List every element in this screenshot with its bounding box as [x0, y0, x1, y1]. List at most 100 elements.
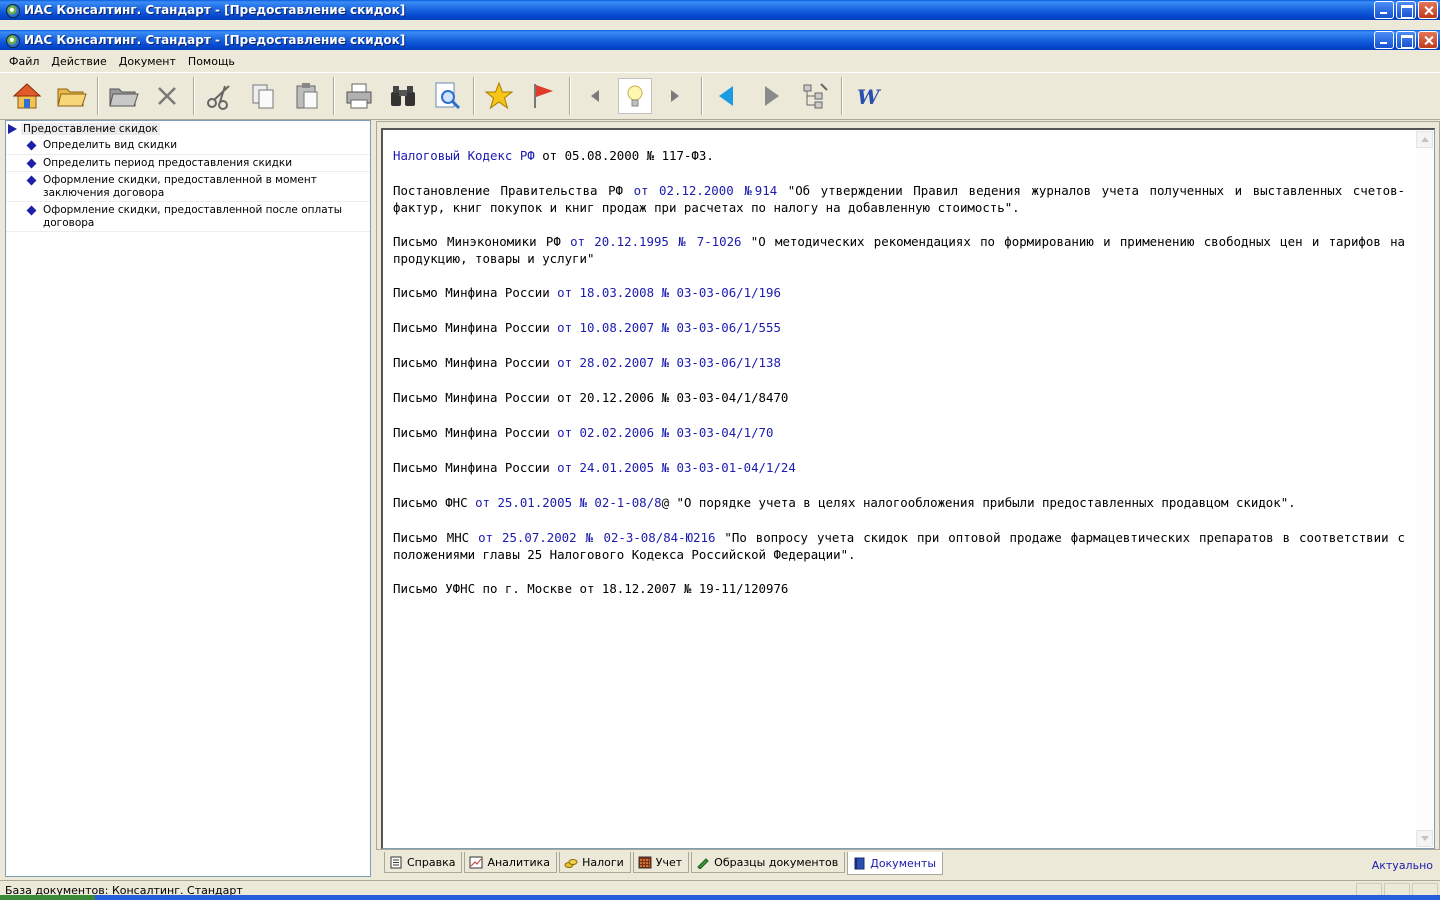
print-icon[interactable]	[338, 76, 380, 116]
flag-icon[interactable]	[522, 76, 564, 116]
word-icon[interactable]: W	[846, 76, 888, 116]
binoculars-icon[interactable]	[382, 76, 424, 116]
doc-text: Письмо Минфина России	[393, 320, 558, 335]
tab-spravka[interactable]: Справка	[384, 852, 463, 873]
doc-paragraph: Письмо Минфина России от 02.02.2006 № 03…	[393, 425, 1405, 442]
doc-paragraph: Письмо УФНС по г. Москве от 18.12.2007 №…	[393, 581, 1405, 598]
menu-help[interactable]: Помощь	[182, 55, 241, 68]
app-icon	[5, 3, 20, 18]
doc-paragraph: Письмо Минфина России от 28.02.2007 № 03…	[393, 355, 1405, 372]
doc-text: Письмо ФНС	[393, 495, 476, 510]
folder-icon[interactable]	[102, 76, 144, 116]
diamond-bullet-icon	[26, 140, 37, 151]
doc-text: Письмо МНС	[393, 530, 479, 545]
forward-icon[interactable]	[654, 76, 696, 116]
doc-link[interactable]: Налоговый Кодекс РФ	[393, 148, 535, 163]
bulb-icon[interactable]	[618, 78, 652, 114]
copy-icon[interactable]	[242, 76, 284, 116]
menu-bar: Файл Действие Документ Помощь	[0, 52, 1440, 70]
tree-item-label: Определить вид скидки	[43, 139, 178, 151]
tree-item-discount-period[interactable]: Определить период предоставления скидки	[6, 155, 370, 172]
tab-obrazcy[interactable]: Образцы документов	[691, 852, 846, 873]
menu-action[interactable]: Действие	[45, 55, 112, 68]
doc-link[interactable]: от 25.01.2005 № 02-1-08/8	[475, 495, 662, 510]
tree-item-discount-after-payment[interactable]: Оформление скидки, предоставленной после…	[6, 202, 370, 232]
taskbar-strip	[0, 895, 1440, 900]
prev-blue-icon[interactable]	[706, 76, 748, 116]
tree-item-label: Оформление скидки, предоставленной после…	[43, 204, 343, 229]
doc-link[interactable]: от 28.02.2007 № 03-03-06/1/138	[557, 355, 781, 370]
delete-icon[interactable]	[146, 76, 188, 116]
scroll-up-icon[interactable]	[1416, 131, 1433, 148]
svg-text:W: W	[857, 85, 882, 109]
bottom-tabs: Справка Аналитика Налоги Учет Образцы до…	[384, 852, 945, 875]
tree-icon[interactable]	[794, 76, 836, 116]
menu-document[interactable]: Документ	[113, 55, 182, 68]
tab-uchet[interactable]: Учет	[632, 852, 690, 873]
scroll-down-icon[interactable]	[1416, 830, 1433, 847]
tab-dokumenty[interactable]: Документы	[847, 852, 944, 875]
menu-file[interactable]: Файл	[3, 55, 45, 68]
pen-icon	[696, 856, 710, 870]
outer-minimize-button[interactable]	[1374, 1, 1394, 19]
tree-item-discount-at-contract[interactable]: Оформление скидки, предоставленной в мом…	[6, 172, 370, 202]
doc-paragraph: Письмо Минфина России от 18.03.2008 № 03…	[393, 285, 1405, 302]
tab-label: Аналитика	[487, 855, 551, 869]
preview-icon[interactable]	[426, 76, 468, 116]
tab-analitika[interactable]: Аналитика	[464, 852, 558, 873]
tab-label: Справка	[407, 855, 456, 869]
inner-window-title: ИАС Консалтинг. Стандарт - [Предоставлен…	[24, 33, 406, 47]
doc-text: Письмо Минфина России	[393, 355, 558, 370]
tree-pane: Предоставление скидок Определить вид ски…	[5, 120, 371, 877]
doc-text: Письмо Минфина России	[393, 460, 558, 475]
doc-text: от 05.08.2000 № 117-ФЗ.	[534, 148, 714, 163]
document-content: Налоговый Кодекс РФ от 05.08.2000 № 117-…	[393, 148, 1405, 616]
outer-window-title: ИАС Консалтинг. Стандарт - [Предоставлен…	[24, 3, 406, 17]
outer-maximize-button[interactable]	[1396, 1, 1416, 19]
tab-label: Учет	[655, 855, 683, 869]
doc-text: Письмо УФНС по г. Москве от 18.12.2007 №…	[393, 581, 789, 596]
doc-text: Письмо Минэкономики РФ	[393, 234, 571, 249]
toolbar-separator	[333, 77, 335, 115]
doc-paragraph: Письмо ФНС от 25.01.2005 № 02-1-08/8@ "О…	[393, 495, 1405, 512]
back-icon[interactable]	[574, 76, 616, 116]
tree-item-discount-type[interactable]: Определить вид скидки	[6, 137, 370, 155]
star-icon[interactable]	[478, 76, 520, 116]
paste-icon[interactable]	[286, 76, 328, 116]
inner-minimize-button[interactable]	[1374, 31, 1394, 49]
tree-expand-icon	[8, 124, 17, 134]
doc-link[interactable]: от 25.07.2002 № 02-3-08/84-Ю216	[478, 530, 715, 545]
diamond-bullet-icon	[26, 158, 37, 168]
outer-close-button[interactable]	[1418, 1, 1438, 19]
abacus-icon	[638, 856, 652, 869]
tab-label: Образцы документов	[714, 855, 839, 869]
document-list-icon	[389, 856, 403, 869]
tab-nalogi[interactable]: Налоги	[559, 852, 631, 873]
doc-link[interactable]: от 02.02.2006 № 03-03-04/1/70	[557, 425, 773, 440]
outer-title-bar[interactable]: ИАС Консалтинг. Стандарт - [Предоставлен…	[0, 0, 1440, 20]
status-actual: Актуально	[1371, 859, 1433, 872]
next-icon[interactable]	[750, 76, 792, 116]
inner-close-button[interactable]	[1418, 31, 1438, 49]
tree-item-label: Оформление скидки, предоставленной в мом…	[43, 174, 317, 199]
diamond-bullet-icon	[26, 175, 37, 186]
doc-paragraph: Постановление Правительства РФ от 02.12.…	[393, 183, 1405, 216]
inner-title-bar[interactable]: ИАС Консалтинг. Стандарт - [Предоставлен…	[0, 30, 1440, 50]
doc-paragraph: Письмо Минэкономики РФ от 20.12.1995 № 7…	[393, 234, 1405, 267]
toolbar-separator	[701, 77, 703, 115]
doc-link[interactable]: от 20.12.1995 № 7-1026	[570, 234, 741, 249]
doc-paragraph: Письмо МНС от 25.07.2002 № 02-3-08/84-Ю2…	[393, 530, 1405, 563]
doc-link[interactable]: от 18.03.2008 № 03-03-06/1/196	[557, 285, 781, 300]
scissors-icon[interactable]	[198, 76, 240, 116]
open-folder-icon[interactable]	[50, 76, 92, 116]
doc-link[interactable]: от 10.08.2007 № 03-03-06/1/555	[557, 320, 781, 335]
toolbar-separator	[193, 77, 195, 115]
doc-text: Письмо Минфина России	[393, 425, 558, 440]
inner-maximize-button[interactable]	[1396, 31, 1416, 49]
doc-link[interactable]: от 02.12.2000 №914	[634, 183, 778, 198]
vertical-scrollbar[interactable]	[1416, 131, 1433, 847]
doc-link[interactable]: от 24.01.2005 № 03-03-01-04/1/24	[557, 460, 796, 475]
doc-text: Постановление Правительства РФ	[393, 183, 634, 198]
tree-root[interactable]: Предоставление скидок	[6, 121, 370, 137]
home-icon[interactable]	[6, 76, 48, 116]
